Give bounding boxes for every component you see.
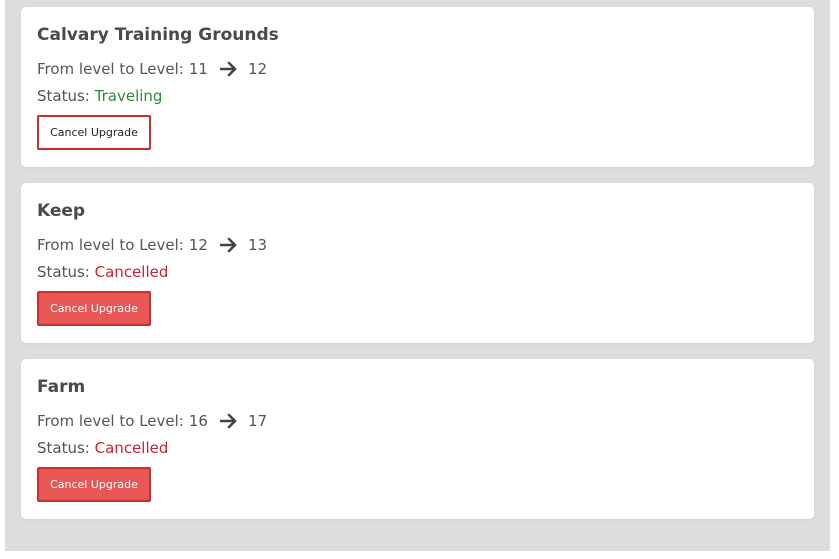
cancel-upgrade-button[interactable]: Cancel Upgrade [37,291,151,326]
status-row: Status: Cancelled [37,263,168,281]
to-level: 17 [247,412,268,430]
upgrade-card: Calvary Training Grounds From level to L… [21,7,814,167]
building-name: Farm [37,377,86,397]
upgrade-card: Keep From level to Level: 12 13 Status: … [21,183,814,343]
status-row: Status: Cancelled [37,439,168,457]
from-level: 12 [188,236,208,254]
to-level: 13 [247,236,268,254]
arrow-right-icon [219,61,238,77]
level-label: From level to Level: [37,60,184,78]
status-label: Status: [37,87,90,105]
status-label: Status: [37,439,90,457]
upgrades-panel: Calvary Training Grounds From level to L… [5,0,830,551]
upgrade-card: Farm From level to Level: 16 17 Status: … [21,359,814,519]
level-label: From level to Level: [37,236,184,254]
status-label: Status: [37,263,90,281]
building-name: Calvary Training Grounds [37,25,279,45]
level-label: From level to Level: [37,412,184,430]
to-level: 12 [247,60,268,78]
cancel-upgrade-button[interactable]: Cancel Upgrade [37,115,151,150]
from-level: 11 [188,60,208,78]
from-level: 16 [188,412,208,430]
cancel-upgrade-button[interactable]: Cancel Upgrade [37,467,151,502]
status-value: Cancelled [94,439,169,457]
level-row: From level to Level: 16 17 [37,411,267,431]
arrow-right-icon [219,413,238,429]
status-value: Cancelled [94,263,169,281]
building-name: Keep [37,201,86,221]
level-row: From level to Level: 12 13 [37,235,267,255]
level-row: From level to Level: 11 12 [37,59,267,79]
arrow-right-icon [219,237,238,253]
status-row: Status: Traveling [37,87,162,105]
status-value: Traveling [94,87,163,105]
